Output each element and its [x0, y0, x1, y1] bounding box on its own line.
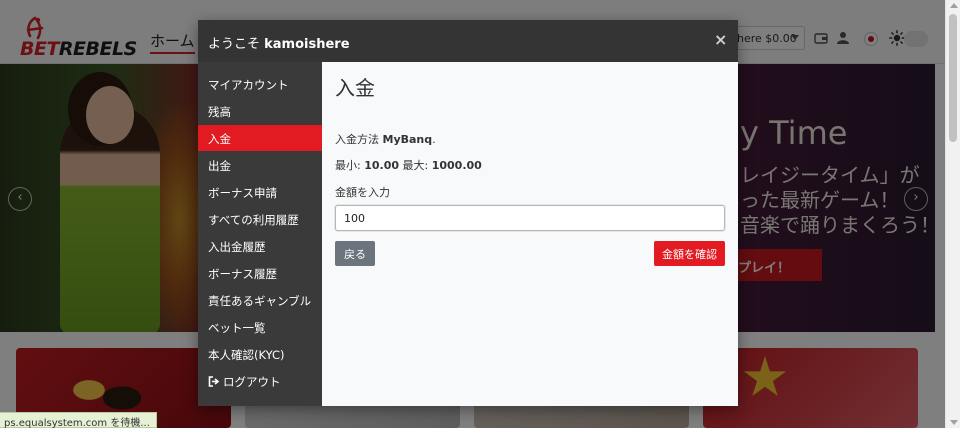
menu-item-bonus-request[interactable]: ボーナス申請: [198, 179, 322, 205]
method-prefix: 入金方法: [335, 133, 383, 146]
menu-item-logout-label: ログアウト: [223, 375, 281, 389]
modal-header: ようこそ kamoishere ×: [198, 20, 738, 62]
modal-title: ようこそ kamoishere: [208, 33, 350, 52]
menu-item-withdraw[interactable]: 出金: [198, 152, 322, 178]
amount-input[interactable]: [335, 205, 725, 231]
menu-item-kyc[interactable]: 本人確認(KYC): [198, 341, 322, 367]
method-name: MyBanq: [382, 133, 433, 146]
menu-item-my-account[interactable]: マイアカウント: [198, 71, 322, 97]
page-scrollbar[interactable]: [945, 0, 960, 428]
max-value: 1000.00: [431, 159, 482, 172]
back-button[interactable]: 戻る: [335, 241, 375, 266]
scroll-thumb[interactable]: [949, 14, 957, 142]
account-side-menu: マイアカウント 残高 入金 出金 ボーナス申請 すべての利用履歴 入出金履歴 ボ…: [198, 62, 322, 406]
browser-status-bar: ps.equalsystem.com を待機...: [0, 412, 157, 428]
confirm-amount-button[interactable]: 金額を確認: [654, 241, 725, 266]
max-label: 最大:: [399, 159, 432, 172]
menu-item-bonus-history[interactable]: ボーナス履歴: [198, 260, 322, 286]
limits-line: 最小: 10.00 最大: 1000.00: [335, 157, 482, 173]
menu-item-balance[interactable]: 残高: [198, 98, 322, 124]
account-modal: ようこそ kamoishere × マイアカウント 残高 入金 出金 ボーナス申…: [198, 20, 738, 406]
min-value: 10.00: [364, 159, 399, 172]
scroll-down-icon[interactable]: [950, 420, 958, 425]
min-label: 最小:: [335, 159, 365, 172]
payment-method-line: 入金方法 MyBanq.: [335, 131, 436, 147]
close-icon[interactable]: ×: [714, 30, 727, 49]
menu-item-responsible-gambling[interactable]: 責任あるギャンブル: [198, 287, 322, 313]
logout-icon: [208, 376, 220, 387]
page-title: 入金: [335, 76, 375, 100]
menu-item-logout[interactable]: ログアウト: [198, 368, 322, 394]
deposit-panel: 入金 入金方法 MyBanq. 最小: 10.00 最大: 1000.00 金額…: [322, 62, 738, 406]
menu-item-all-history[interactable]: すべての利用履歴: [198, 206, 322, 232]
menu-item-deposit[interactable]: 入金: [198, 125, 322, 151]
amount-label: 金額を入力: [335, 186, 390, 199]
menu-item-bet-list[interactable]: ベット一覧: [198, 314, 322, 340]
menu-item-transaction-history[interactable]: 入出金履歴: [198, 233, 322, 259]
scroll-up-icon[interactable]: [950, 3, 958, 8]
modal-title-prefix: ようこそ: [208, 37, 265, 52]
modal-username: kamoishere: [264, 37, 350, 52]
method-suffix: .: [432, 133, 436, 146]
